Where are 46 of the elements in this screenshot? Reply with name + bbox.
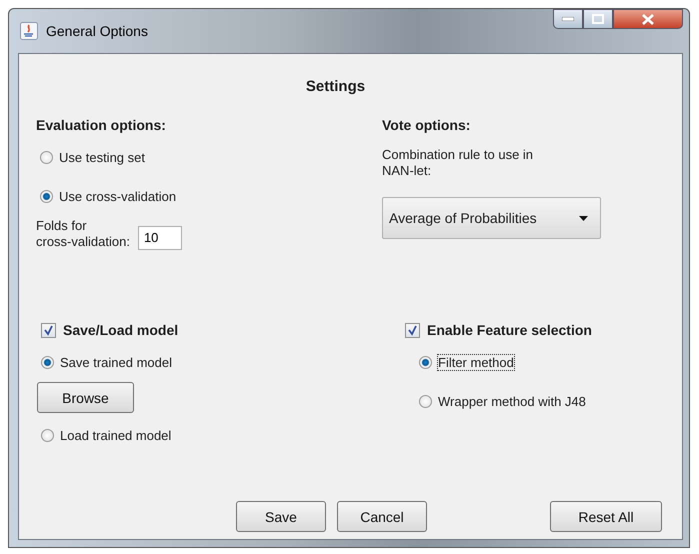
section-title: Vote options: xyxy=(382,117,472,133)
field-label: Folds for xyxy=(36,218,88,234)
radio-button[interactable] xyxy=(41,428,54,442)
radio-option[interactable]: Save trained model xyxy=(41,352,405,372)
dialog-button[interactable]: Save xyxy=(236,501,326,532)
maximize-button[interactable] xyxy=(583,9,613,29)
description-text: Combination rule to use in xyxy=(382,147,534,163)
browse-button[interactable]: Browse xyxy=(37,382,134,413)
option-label: Save trained model xyxy=(60,354,172,370)
radio-button[interactable] xyxy=(419,394,432,408)
option-label: Filter method xyxy=(438,354,514,370)
close-icon xyxy=(641,14,655,24)
minimize-icon xyxy=(562,17,574,21)
radio-button[interactable] xyxy=(40,190,53,202)
window-title: General Options xyxy=(46,23,148,39)
dialog-button[interactable]: Reset All xyxy=(550,501,662,532)
minimize-button[interactable] xyxy=(553,9,583,29)
radio-button[interactable] xyxy=(41,356,54,368)
rule-dropdown[interactable]: Average of Probabilities xyxy=(382,197,601,239)
checkbox-label: Save/Load model xyxy=(63,322,178,338)
close-button[interactable] xyxy=(613,9,683,29)
section-title: Evaluation options: xyxy=(36,117,167,133)
radio-option[interactable]: Use testing set xyxy=(36,147,382,167)
settings-heading: Settings xyxy=(304,78,366,95)
radio-button[interactable] xyxy=(40,150,53,164)
radio-option[interactable]: Filter method xyxy=(405,352,592,372)
check-icon xyxy=(43,324,54,336)
dropdown-caret-icon xyxy=(579,216,588,220)
option-label: Use cross-validation xyxy=(59,188,176,204)
description-text: NAN-let: xyxy=(382,163,432,179)
app-icon xyxy=(20,22,38,40)
folds-input-field[interactable]: 10 xyxy=(138,226,182,250)
dialog-button[interactable]: Cancel xyxy=(337,501,427,532)
check-icon xyxy=(407,324,418,336)
option-label: Load trained model xyxy=(60,428,172,442)
radio-option[interactable]: Use cross-validation xyxy=(36,186,382,206)
checkbox[interactable] xyxy=(41,322,56,338)
radio-button[interactable] xyxy=(419,356,432,368)
radio-option[interactable]: Load trained model xyxy=(41,425,405,445)
field-label: cross-validation: xyxy=(36,234,130,250)
option-label: Wrapper method with J48 xyxy=(438,394,586,408)
checkbox-label: Enable Feature selection xyxy=(427,322,592,338)
maximize-icon xyxy=(592,14,604,24)
option-label: Use testing set xyxy=(59,150,145,164)
checkbox[interactable] xyxy=(405,322,420,338)
radio-option[interactable]: Wrapper method with J48 xyxy=(405,391,592,411)
